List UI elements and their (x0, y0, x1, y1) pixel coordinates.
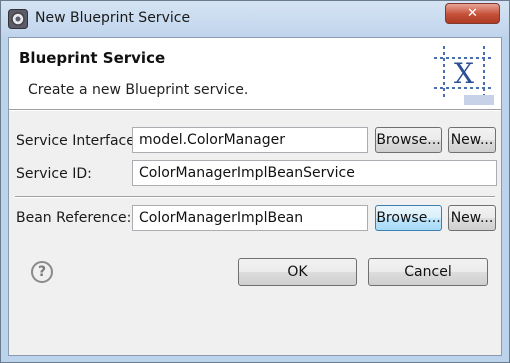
service-interface-browse-button[interactable]: Browse... (375, 127, 442, 153)
service-interface-new-button[interactable]: New... (448, 127, 496, 153)
blueprint-x-icon: X (430, 40, 498, 106)
dialog-window: New Blueprint Service ✕ Blueprint Servic… (0, 0, 510, 363)
ok-button[interactable]: OK (238, 258, 357, 286)
page-title: Blueprint Service (19, 49, 166, 67)
page-description: Create a new Blueprint service. (28, 82, 249, 98)
header-divider (9, 109, 501, 111)
bean-reference-new-button[interactable]: New... (448, 205, 496, 231)
bean-reference-label: Bean Reference: (16, 210, 132, 226)
bean-reference-browse-button[interactable]: Browse... (375, 205, 442, 231)
eclipse-app-icon (8, 9, 28, 29)
service-id-label: Service ID: (16, 166, 92, 182)
service-interface-label: Service Interface: (16, 133, 140, 149)
dialog-body: Blueprint Service Create a new Blueprint… (8, 37, 502, 356)
help-icon[interactable]: ? (31, 261, 53, 283)
wizard-header: Blueprint Service Create a new Blueprint… (9, 38, 501, 109)
cancel-button[interactable]: Cancel (368, 258, 488, 286)
title-bar[interactable]: New Blueprint Service ✕ (1, 1, 509, 37)
service-interface-field[interactable] (132, 127, 368, 153)
close-button[interactable]: ✕ (445, 3, 500, 24)
close-icon: ✕ (467, 6, 478, 21)
form-divider (15, 196, 495, 198)
svg-text:X: X (454, 57, 474, 90)
bean-reference-field[interactable] (132, 205, 368, 231)
window-title: New Blueprint Service (35, 10, 191, 26)
service-id-field[interactable] (132, 160, 497, 186)
